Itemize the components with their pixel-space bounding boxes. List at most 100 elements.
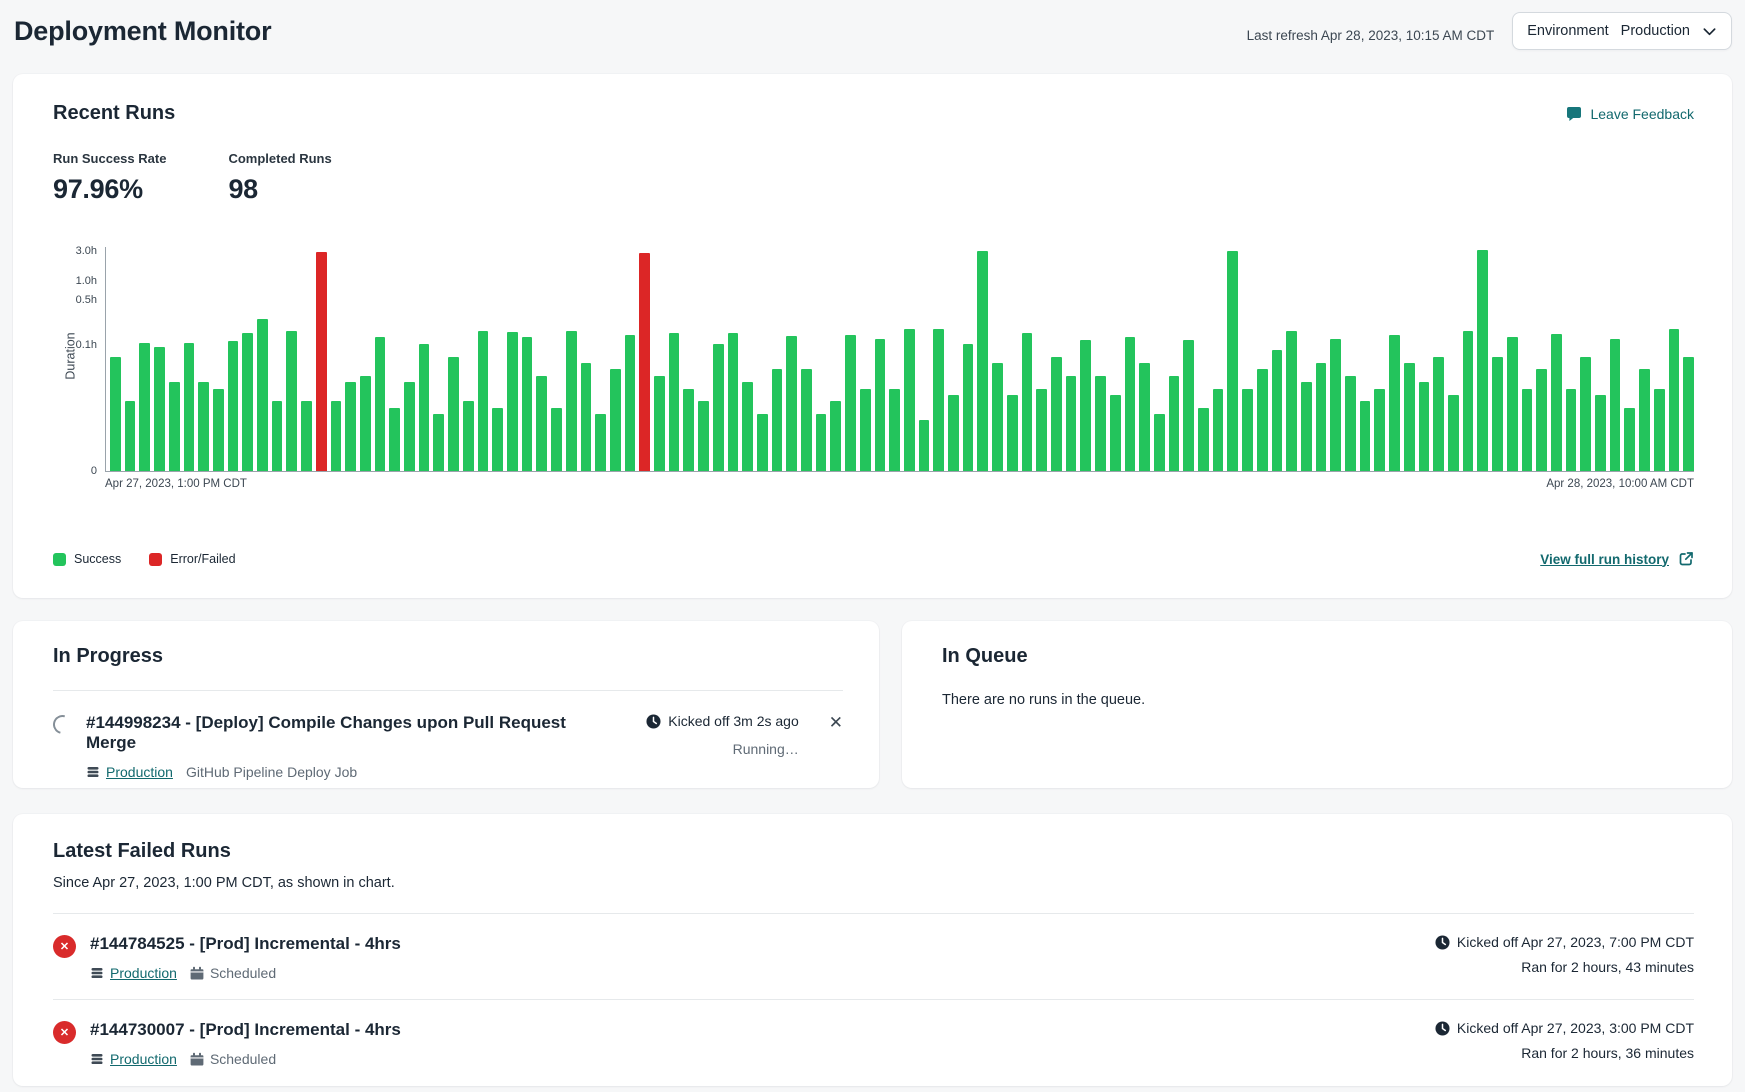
chart-bar-success[interactable] bbox=[1213, 389, 1224, 472]
chart-bar-success[interactable] bbox=[595, 414, 606, 471]
chart-bar-success[interactable] bbox=[389, 408, 400, 472]
chart-bar-success[interactable] bbox=[1022, 333, 1033, 471]
chart-bar-success[interactable] bbox=[1051, 357, 1062, 471]
chart-bar-success[interactable] bbox=[1301, 382, 1312, 471]
chart-bar-success[interactable] bbox=[1198, 408, 1209, 472]
chart-bar-success[interactable] bbox=[1169, 376, 1180, 471]
chart-bar-success[interactable] bbox=[992, 363, 1003, 471]
leave-feedback-link[interactable]: Leave Feedback bbox=[1566, 106, 1694, 122]
chart-bar-success[interactable] bbox=[801, 369, 812, 471]
environment-link-text[interactable]: Production bbox=[110, 965, 177, 981]
close-icon[interactable]: ✕ bbox=[829, 713, 843, 732]
chart-bar-success[interactable] bbox=[125, 401, 136, 471]
chart-bar-success[interactable] bbox=[875, 339, 886, 471]
chart-bar-success[interactable] bbox=[213, 389, 224, 472]
chart-bar-success[interactable] bbox=[286, 331, 297, 471]
chart-bar-success[interactable] bbox=[301, 401, 312, 471]
chart-bar-success[interactable] bbox=[566, 331, 577, 471]
chart-bar-success[interactable] bbox=[669, 333, 680, 471]
environment-dropdown[interactable]: Environment Production bbox=[1512, 12, 1732, 50]
chart-bar-success[interactable] bbox=[1007, 395, 1018, 471]
chart-bar-success[interactable] bbox=[1154, 414, 1165, 471]
chart-bar-success[interactable] bbox=[1580, 357, 1591, 471]
chart-bar-success[interactable] bbox=[1536, 369, 1547, 471]
chart-bar-success[interactable] bbox=[933, 329, 944, 471]
chart-bar-success[interactable] bbox=[463, 401, 474, 471]
chart-bar-success[interactable] bbox=[154, 347, 165, 472]
chart-bar-success[interactable] bbox=[419, 344, 430, 471]
chart-bar-success[interactable] bbox=[757, 414, 768, 471]
chart-bar-success[interactable] bbox=[1463, 331, 1474, 471]
chart-bar-success[interactable] bbox=[1066, 376, 1077, 471]
chart-bar-success[interactable] bbox=[522, 337, 533, 471]
chart-bar-success[interactable] bbox=[257, 319, 268, 472]
chart-bar-success[interactable] bbox=[963, 344, 974, 471]
chart-bar-success[interactable] bbox=[1507, 337, 1518, 471]
chart-bar-success[interactable] bbox=[1139, 363, 1150, 471]
chart-bar-success[interactable] bbox=[654, 376, 665, 471]
environment-link-text[interactable]: Production bbox=[110, 1051, 177, 1067]
chart-bar-success[interactable] bbox=[1654, 389, 1665, 472]
chart-bar-success[interactable] bbox=[139, 343, 150, 471]
chart-bar-failed[interactable] bbox=[316, 252, 327, 471]
chart-bar-success[interactable] bbox=[1110, 395, 1121, 471]
chart-bar-success[interactable] bbox=[1330, 339, 1341, 471]
chart-bar-success[interactable] bbox=[478, 331, 489, 471]
chart-bar-success[interactable] bbox=[1360, 401, 1371, 471]
chart-bar-success[interactable] bbox=[772, 369, 783, 471]
chart-bar-success[interactable] bbox=[1389, 335, 1400, 471]
chart-bar-success[interactable] bbox=[1522, 389, 1533, 472]
chart-bar-success[interactable] bbox=[1036, 389, 1047, 472]
chart-bar-success[interactable] bbox=[404, 382, 415, 471]
chart-bar-success[interactable] bbox=[830, 401, 841, 471]
chart-bar-success[interactable] bbox=[845, 335, 856, 471]
chart-bar-success[interactable] bbox=[110, 357, 121, 471]
view-full-run-history-link[interactable]: View full run history bbox=[1540, 551, 1694, 567]
chart-bar-success[interactable] bbox=[1286, 331, 1297, 471]
chart-bar-success[interactable] bbox=[1374, 389, 1385, 472]
chart-bar-success[interactable] bbox=[1227, 251, 1238, 471]
environment-link-text[interactable]: Production bbox=[106, 764, 173, 780]
chart-bar-success[interactable] bbox=[1566, 389, 1577, 472]
chart-bar-success[interactable] bbox=[1095, 376, 1106, 471]
chart-bar-success[interactable] bbox=[1419, 382, 1430, 471]
chart-bar-failed[interactable] bbox=[639, 253, 650, 471]
chart-bar-success[interactable] bbox=[433, 414, 444, 471]
chart-bar-success[interactable] bbox=[492, 408, 503, 472]
chart-bar-success[interactable] bbox=[683, 389, 694, 472]
chart-bar-success[interactable] bbox=[242, 333, 253, 471]
chart-bar-success[interactable] bbox=[889, 389, 900, 472]
chart-bar-success[interactable] bbox=[1125, 337, 1136, 471]
chart-bar-success[interactable] bbox=[904, 329, 915, 471]
chart-bar-success[interactable] bbox=[169, 382, 180, 471]
chart-bar-success[interactable] bbox=[1477, 250, 1488, 471]
chart-bar-success[interactable] bbox=[919, 420, 930, 471]
chart-bar-success[interactable] bbox=[610, 369, 621, 471]
chart-bar-success[interactable] bbox=[1183, 340, 1194, 471]
chart-bar-success[interactable] bbox=[698, 401, 709, 471]
chart-bar-success[interactable] bbox=[1639, 369, 1650, 471]
chart-bar-success[interactable] bbox=[1345, 376, 1356, 471]
chart-bar-success[interactable] bbox=[1272, 350, 1283, 471]
chart-bar-success[interactable] bbox=[728, 333, 739, 471]
chart-bar-success[interactable] bbox=[184, 343, 195, 471]
chart-bar-success[interactable] bbox=[1610, 339, 1621, 471]
chart-bar-success[interactable] bbox=[625, 335, 636, 471]
chart-bar-success[interactable] bbox=[1551, 334, 1562, 471]
chart-bar-success[interactable] bbox=[536, 376, 547, 471]
chart-bar-success[interactable] bbox=[1683, 357, 1694, 471]
chart-bar-success[interactable] bbox=[786, 336, 797, 471]
chart-bar-success[interactable] bbox=[507, 332, 518, 471]
chart-bar-success[interactable] bbox=[713, 344, 724, 471]
chart-bar-success[interactable] bbox=[345, 382, 356, 471]
chart-bar-success[interactable] bbox=[1257, 369, 1268, 471]
chart-bar-success[interactable] bbox=[272, 401, 283, 471]
chart-bar-success[interactable] bbox=[742, 382, 753, 471]
chart-bar-success[interactable] bbox=[448, 357, 459, 471]
chart-bar-success[interactable] bbox=[375, 337, 386, 471]
chart-bar-success[interactable] bbox=[581, 363, 592, 471]
chart-bar-success[interactable] bbox=[1080, 340, 1091, 471]
chart-bar-success[interactable] bbox=[1595, 395, 1606, 471]
chart-bar-success[interactable] bbox=[1669, 329, 1680, 471]
chart-bar-success[interactable] bbox=[1316, 363, 1327, 471]
